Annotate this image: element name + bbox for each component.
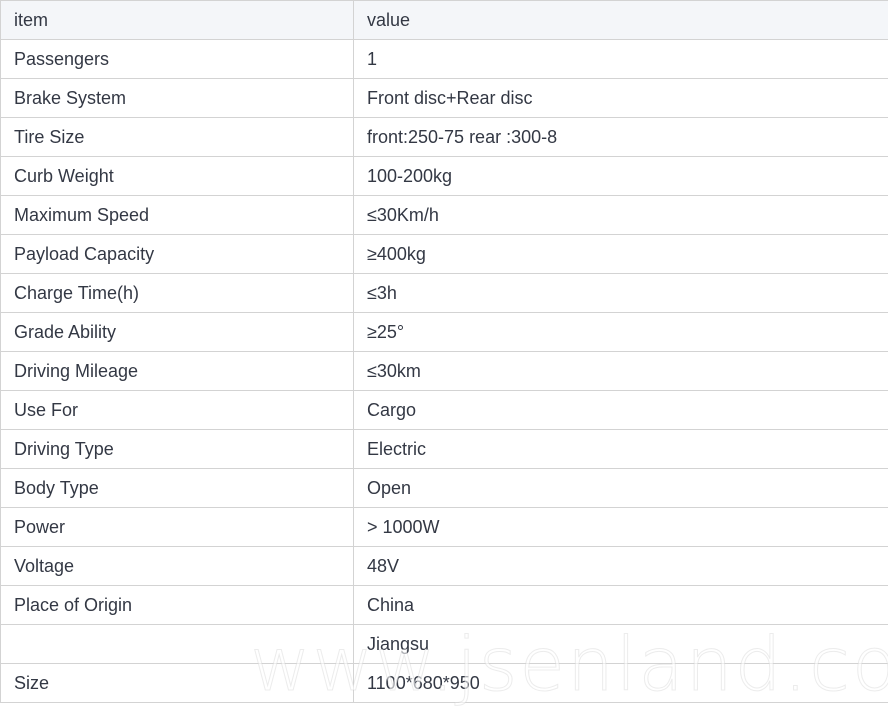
table-row: Payload Capacity ≥400kg <box>0 234 888 274</box>
row-value: ≥25° <box>353 312 888 352</box>
table-row: Jiangsu <box>0 624 888 664</box>
row-item: Curb Weight <box>0 156 354 196</box>
row-item: Payload Capacity <box>0 234 354 274</box>
row-value: front:250-75 rear :300-8 <box>353 117 888 157</box>
row-value: China <box>353 585 888 625</box>
row-value: Jiangsu <box>353 624 888 664</box>
table-row: Body Type Open <box>0 468 888 508</box>
row-value: Electric <box>353 429 888 469</box>
row-item: Brake System <box>0 78 354 118</box>
table-row: Maximum Speed ≤30Km/h <box>0 195 888 235</box>
table-row: Use For Cargo <box>0 390 888 430</box>
row-value: Front disc+Rear disc <box>353 78 888 118</box>
row-value: ≥400kg <box>353 234 888 274</box>
header-value: value <box>353 0 888 40</box>
row-item: Tire Size <box>0 117 354 157</box>
specification-table: item value Passengers 1 Brake System Fro… <box>0 0 888 703</box>
row-item <box>0 624 354 664</box>
row-value: Open <box>353 468 888 508</box>
table-row: Voltage 48V <box>0 546 888 586</box>
row-item: Body Type <box>0 468 354 508</box>
row-value: > 1000W <box>353 507 888 547</box>
table-row: Tire Size front:250-75 rear :300-8 <box>0 117 888 157</box>
row-item: Voltage <box>0 546 354 586</box>
table-row: Brake System Front disc+Rear disc <box>0 78 888 118</box>
header-item: item <box>0 0 354 40</box>
table-row: Size 1100*680*950 <box>0 663 888 703</box>
row-item: Driving Type <box>0 429 354 469</box>
row-item: Maximum Speed <box>0 195 354 235</box>
row-item: Place of Origin <box>0 585 354 625</box>
row-item: Grade Ability <box>0 312 354 352</box>
table-header-row: item value <box>0 0 888 40</box>
table-row: Curb Weight 100-200kg <box>0 156 888 196</box>
row-value: ≤30Km/h <box>353 195 888 235</box>
row-value: 1100*680*950 <box>353 663 888 703</box>
table-row: Charge Time(h) ≤3h <box>0 273 888 313</box>
table-row: Driving Mileage ≤30km <box>0 351 888 391</box>
row-value: Cargo <box>353 390 888 430</box>
row-item: Use For <box>0 390 354 430</box>
table-row: Power > 1000W <box>0 507 888 547</box>
row-item: Passengers <box>0 39 354 79</box>
row-value: ≤30km <box>353 351 888 391</box>
row-value: ≤3h <box>353 273 888 313</box>
table-row: Place of Origin China <box>0 585 888 625</box>
table-row: Passengers 1 <box>0 39 888 79</box>
table-row: Driving Type Electric <box>0 429 888 469</box>
row-item: Driving Mileage <box>0 351 354 391</box>
row-value: 48V <box>353 546 888 586</box>
row-value: 100-200kg <box>353 156 888 196</box>
row-item: Size <box>0 663 354 703</box>
row-item: Charge Time(h) <box>0 273 354 313</box>
row-value: 1 <box>353 39 888 79</box>
table-row: Grade Ability ≥25° <box>0 312 888 352</box>
row-item: Power <box>0 507 354 547</box>
